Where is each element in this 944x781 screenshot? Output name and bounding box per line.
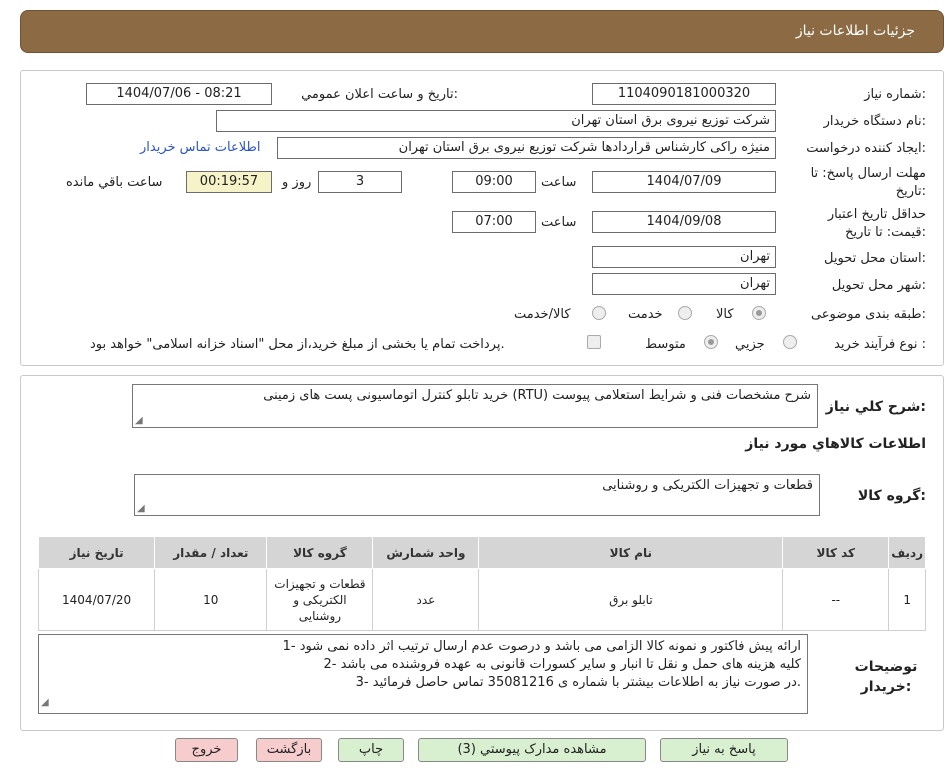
category-goods-radio[interactable] xyxy=(752,306,766,320)
table-row: 1 -- تابلو برق عدد قطعات و تجهیزات الکتر… xyxy=(37,568,926,631)
resize-grip-icon: ◢ xyxy=(137,503,145,514)
col-quantity: تعداد / مقدار xyxy=(154,536,268,569)
announce-label: تاریخ و ساعت اعلان عمومي: xyxy=(301,87,458,102)
cell-quantity: 10 xyxy=(154,568,268,631)
category-both-radio[interactable] xyxy=(592,306,606,320)
col-unit: واحد شمارش xyxy=(372,536,480,569)
creator-field: منیژه راکی کارشناس قراردادها شرکت توزیع … xyxy=(277,137,776,159)
process-note: پرداخت تمام یا بخشی از مبلغ خرید،از محل … xyxy=(90,337,505,352)
deadline-date-field: 1404/07/09 xyxy=(592,171,776,193)
buyer-org-field: شرکت توزیع نیروی برق استان تهران xyxy=(216,110,776,132)
validity-date-field: 1404/09/08 xyxy=(592,211,776,233)
summary-text: خرید تابلو کنترل اتوماسیونی پست های زمین… xyxy=(263,388,811,403)
creator-label: ايجاد كننده درخواست: xyxy=(806,141,926,156)
category-service-radio[interactable] xyxy=(678,306,692,320)
goods-table: رديف كد كالا نام كالا واحد شمارش گروه كا… xyxy=(37,536,926,631)
col-need-date: تاريخ نياز xyxy=(37,536,156,569)
goods-group-label: گروه كالا: xyxy=(857,488,926,504)
remaining-label: ساعت باقي مانده xyxy=(66,175,163,190)
goods-group-text: قطعات و تجهیزات الکتریکی و روشنایی xyxy=(602,478,813,493)
deadline-time-field: 09:00 xyxy=(452,171,536,193)
exit-button[interactable]: خروج xyxy=(175,738,238,762)
need-number-field: 1104090181000320 xyxy=(592,83,776,105)
buyer-contact-link[interactable]: اطلاعات تماس خريدار xyxy=(140,140,260,155)
summary-label: شرح كلي نياز: xyxy=(825,399,926,415)
page-title: جزئیات اطلاعات نیاز xyxy=(795,23,915,39)
notes-line: 2- کلیه هزینه های حمل و نقل تا انبار و س… xyxy=(323,657,801,672)
cell-item-group: قطعات و تجهیزات الکتریکی و روشنایی xyxy=(266,568,374,631)
table-header-row: رديف كد كالا نام كالا واحد شمارش گروه كا… xyxy=(37,536,926,569)
need-number-label: شماره نیاز: xyxy=(864,87,926,102)
city-field: تهران xyxy=(592,273,776,295)
process-minor-label: جزيي xyxy=(735,337,765,352)
cell-item-code: -- xyxy=(782,568,890,631)
category-both-label: کالا/خدمت xyxy=(514,307,571,322)
goods-group-textarea[interactable]: قطعات و تجهیزات الکتریکی و روشنایی ◢ xyxy=(134,474,820,516)
notes-line: 1- ارائه پیش فاکتور و نمونه کالا الزامی … xyxy=(282,639,801,654)
validity-label: حداقل تاريخ اعتبار قيمت: تا تاريخ: xyxy=(827,207,926,240)
category-label: طبقه بندی موضوعی: xyxy=(810,307,926,322)
page-header: جزئیات اطلاعات نیاز xyxy=(20,10,944,53)
process-medium-radio[interactable] xyxy=(704,335,718,349)
col-item-code: كد كالا xyxy=(782,536,890,569)
category-goods-label: کالا xyxy=(716,307,734,322)
process-medium-label: متوسط xyxy=(645,337,686,352)
deadline-label: مهلت ارسال پاسخ: تا تاريخ: xyxy=(810,166,926,199)
reply-button[interactable]: پاسخ به نياز xyxy=(660,738,788,762)
deadline-time-label: ساعت xyxy=(541,175,577,190)
cell-item-name: تابلو برق xyxy=(478,568,784,631)
summary-textarea[interactable]: خرید تابلو کنترل اتوماسیونی پست های زمین… xyxy=(132,384,818,428)
resize-grip-icon: ◢ xyxy=(135,415,143,426)
print-button[interactable]: چاپ xyxy=(338,738,404,762)
resize-grip-icon: ◢ xyxy=(41,697,49,708)
col-row-number: رديف xyxy=(888,536,926,569)
buyer-org-label: نام دستگاه خريدار: xyxy=(823,114,926,129)
col-item-name: نام كالا xyxy=(478,536,784,569)
goods-section-title: اطلاعات كالاهاي مورد نياز xyxy=(745,436,926,452)
notes-line: 3- در صورت نیاز به اطلاعات بیشتر با شمار… xyxy=(355,675,801,690)
announce-field: 1404/07/06 - 08:21 xyxy=(86,83,272,105)
days-label: روز و xyxy=(282,175,312,190)
days-field: 3 xyxy=(318,171,402,193)
process-minor-radio[interactable] xyxy=(783,335,797,349)
province-field: تهران xyxy=(592,246,776,268)
validity-time-field: 07:00 xyxy=(452,211,536,233)
remaining-time-field: 00:19:57 xyxy=(186,171,272,193)
back-button[interactable]: بازگشت xyxy=(256,738,322,762)
notes-textarea[interactable]: 1- ارائه پیش فاکتور و نمونه کالا الزامی … xyxy=(38,634,808,714)
cell-need-date: 1404/07/20 xyxy=(37,568,156,631)
notes-label: توضيحات خريدار: xyxy=(854,659,918,695)
cell-unit: عدد xyxy=(372,568,480,631)
col-item-group: گروه كالا xyxy=(266,536,374,569)
province-label: استان محل تحويل: xyxy=(824,251,926,266)
city-label: شهر محل تحويل: xyxy=(831,278,926,293)
treasury-checkbox[interactable] xyxy=(587,335,601,349)
cell-row-number: 1 xyxy=(888,568,926,631)
validity-time-label: ساعت xyxy=(541,215,577,230)
process-label: نوع فرآيند خريد : xyxy=(834,337,926,352)
category-service-label: خدمت xyxy=(628,307,663,322)
view-attachments-button[interactable]: مشاهده مدارک پیوستي (3) xyxy=(418,738,646,762)
